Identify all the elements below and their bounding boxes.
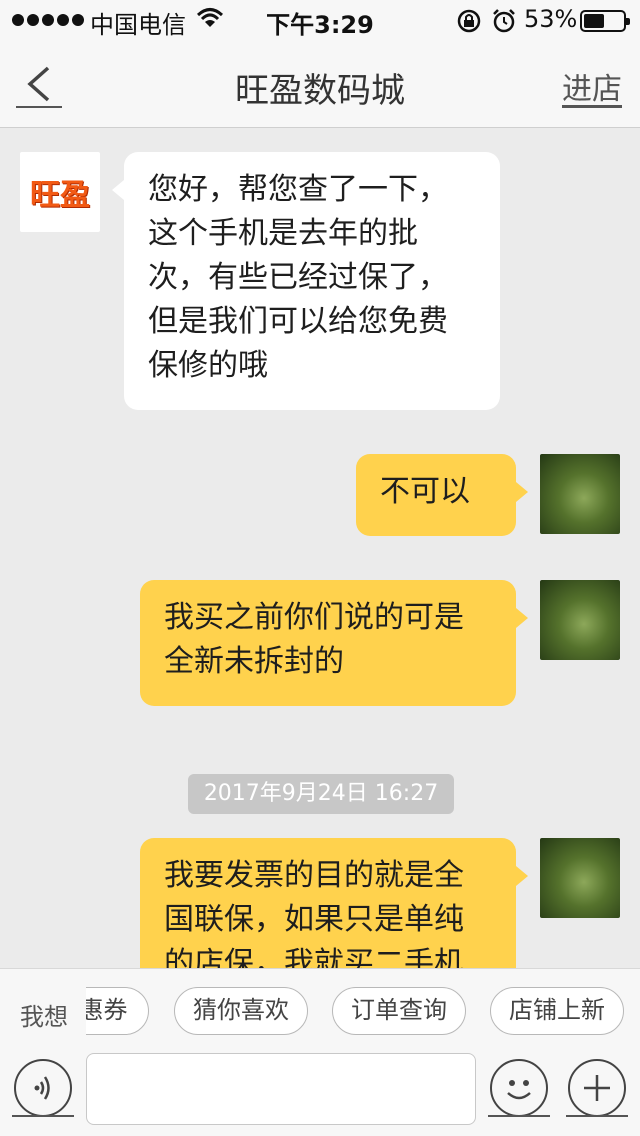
shop-logo-text: 旺盈 — [30, 178, 90, 213]
alarm-icon — [491, 8, 517, 40]
status-bar: 中国电信 下午3:29 53% — [0, 0, 640, 40]
nav-bar: 旺盈数码城 进店 — [0, 40, 640, 128]
voice-input-button[interactable] — [14, 1059, 72, 1117]
plus-button-underline — [566, 1115, 628, 1117]
enter-store-link[interactable]: 进店 — [562, 64, 622, 108]
message-bubble-user[interactable]: 不可以 — [356, 454, 528, 536]
quick-reply-chip-clip: 优惠券 — [86, 987, 150, 1035]
battery-percent: 53% — [524, 5, 578, 33]
message-bubble-shop[interactable]: 您好，帮您查了一下，这个手机是去年的批次，有些已经过保了，但是我们可以给您免费保… — [112, 152, 500, 410]
page-title: 旺盈数码城 — [235, 71, 405, 111]
message-input[interactable] — [86, 1053, 476, 1125]
quick-reply-order-query[interactable]: 订单查询 — [332, 987, 466, 1035]
quick-reply-label: 我想 — [20, 1003, 68, 1031]
bottom-panel: 我想 优惠券 猜你喜欢 订单查询 店铺上新 — [0, 968, 640, 1136]
voice-button-underline — [12, 1115, 74, 1117]
more-options-button[interactable] — [568, 1059, 626, 1117]
message-bubble-user[interactable]: 我要发票的目的就是全国联保，如果只是单纯的店保，我就买二手机 — [140, 838, 528, 968]
quick-reply-guess-you-like[interactable]: 猜你喜欢 — [174, 987, 308, 1035]
emoji-button-underline — [488, 1115, 550, 1117]
timestamp-divider: 2017年9月24日 16:27 — [188, 774, 454, 814]
orientation-lock-icon — [456, 8, 482, 40]
plus-icon — [584, 1075, 610, 1101]
battery-icon — [580, 10, 630, 32]
message-text: 我买之前你们说的可是全新未拆封的 — [164, 600, 464, 679]
emoji-icon — [507, 1080, 531, 1100]
message-text: 不可以 — [380, 474, 470, 509]
user-avatar[interactable] — [540, 838, 620, 918]
shop-avatar[interactable]: 旺盈 — [20, 152, 100, 232]
message-text: 您好，帮您查了一下，这个手机是去年的批次，有些已经过保了，但是我们可以给您免费保… — [148, 172, 448, 383]
user-avatar[interactable] — [540, 580, 620, 660]
quick-reply-new-arrivals[interactable]: 店铺上新 — [490, 987, 624, 1035]
user-avatar[interactable] — [540, 454, 620, 534]
voice-icon — [34, 1076, 50, 1100]
chat-message-list[interactable]: 旺盈 您好，帮您查了一下，这个手机是去年的批次，有些已经过保了，但是我们可以给您… — [0, 128, 640, 968]
quick-reply-coupons[interactable]: 优惠券 — [86, 987, 149, 1035]
emoji-button[interactable] — [490, 1059, 548, 1117]
message-bubble-user[interactable]: 我买之前你们说的可是全新未拆封的 — [140, 580, 528, 706]
message-text: 我要发票的目的就是全国联保，如果只是单纯的店保，我就买二手机 — [164, 858, 464, 968]
